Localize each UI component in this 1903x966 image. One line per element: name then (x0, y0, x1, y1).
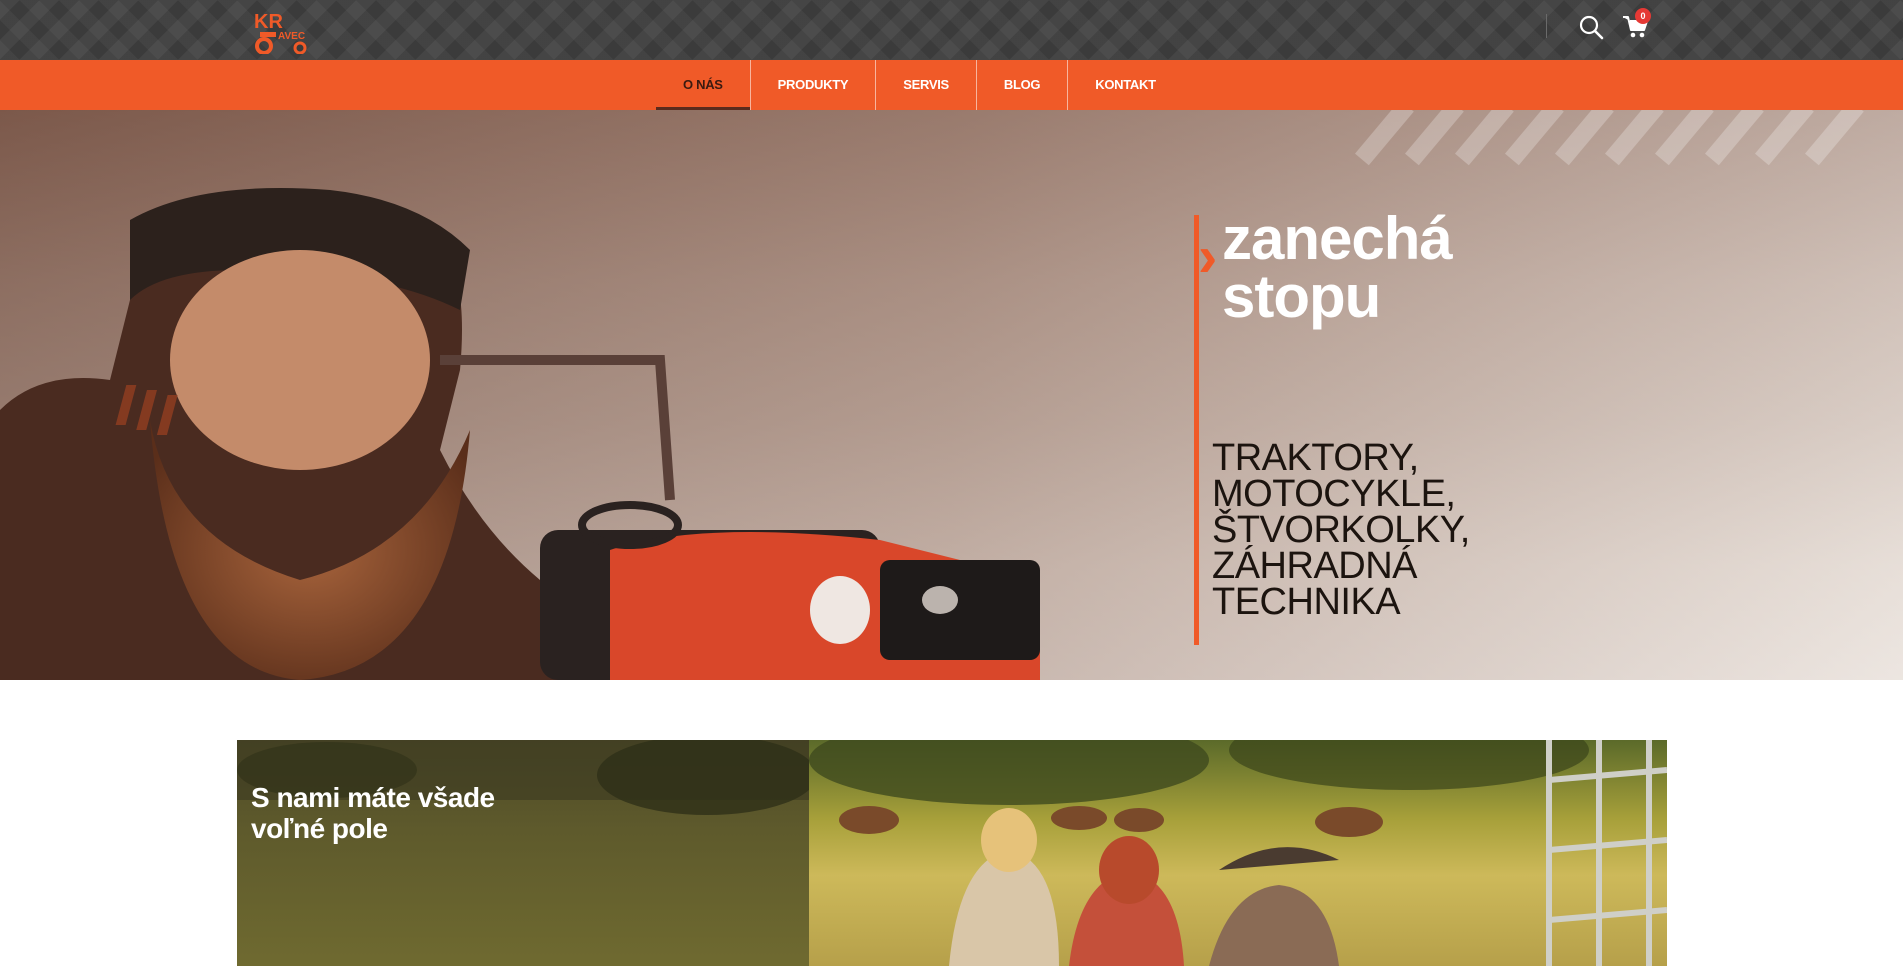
hero-title-line: zanechá (1222, 205, 1453, 272)
hero-subtitle-line: ZÁHRADNÁ (1212, 545, 1418, 587)
nav-item-o-nas[interactable]: O NÁS (656, 60, 750, 110)
feature-text-panel (237, 740, 817, 966)
nav-item-kontakt[interactable]: KONTAKT (1067, 60, 1182, 110)
nav-item-label: SERVIS (903, 77, 949, 92)
hero-image (0, 110, 1903, 680)
nav-item-label: PRODUKTY (777, 77, 849, 92)
top-bar: KR AVEC 0 (0, 0, 1903, 60)
search-button[interactable] (1578, 14, 1604, 40)
main-nav: O NÁS PRODUKTY SERVIS BLOG KONTAKT (656, 60, 1183, 110)
hero-subtitle-line: TECHNIKA (1212, 581, 1401, 623)
logo-tractor-icon: KR AVEC (254, 11, 307, 54)
hero-arrow-icon: › (1198, 224, 1218, 289)
feature-title: S nami máte všade voľné pole (251, 782, 581, 844)
svg-text:KR: KR (254, 11, 283, 33)
nav-item-label: BLOG (1003, 77, 1041, 92)
search-icon (1579, 15, 1604, 40)
nav-item-label: O NÁS (683, 77, 723, 92)
main-nav-bar: O NÁS PRODUKTY SERVIS BLOG KONTAKT (0, 60, 1903, 110)
nav-item-produkty[interactable]: PRODUKTY (749, 60, 876, 110)
hero-subtitle-line: MOTOCYKLE, (1212, 473, 1456, 515)
feature-photo (809, 740, 1667, 966)
hero-banner: › zanechá stopu TRAKTORY, MOTOCYKLE, ŠTV… (0, 110, 1903, 680)
logo[interactable]: KR AVEC (252, 6, 312, 54)
hero-subtitle-line: TRAKTORY, (1212, 437, 1419, 479)
hero-title-line: stopu (1222, 263, 1381, 330)
toolbar-divider (1546, 14, 1547, 38)
nav-item-label: KONTAKT (1095, 77, 1156, 92)
nav-item-blog[interactable]: BLOG (975, 60, 1067, 110)
feature-title-line: S nami máte všade (251, 782, 495, 813)
svg-text:AVEC: AVEC (278, 31, 305, 42)
nav-item-servis[interactable]: SERVIS (875, 60, 976, 110)
cart-count-badge: 0 (1635, 8, 1651, 24)
feature-background-image (237, 740, 817, 815)
feature-title-line: voľné pole (251, 813, 388, 844)
hero-subtitle-line: ŠTVORKOLKY, (1212, 509, 1470, 551)
feature-block: S nami máte všade voľné pole (237, 740, 1667, 966)
hero-subtitle: TRAKTORY, MOTOCYKLE, ŠTVORKOLKY, ZÁHRADN… (1212, 437, 1532, 623)
hero-title: zanechá stopu (1222, 205, 1582, 330)
family-field-image (809, 740, 1667, 966)
